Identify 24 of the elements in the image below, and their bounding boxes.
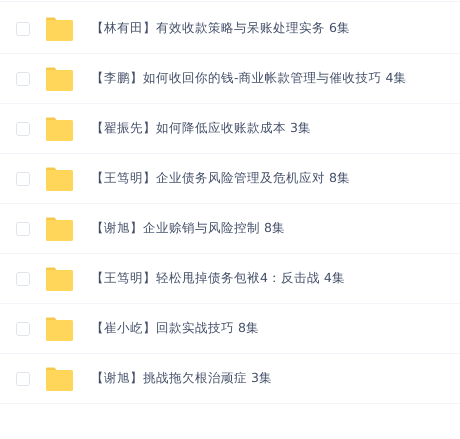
checkbox[interactable] bbox=[16, 122, 30, 136]
folder-icon bbox=[45, 116, 74, 140]
checkbox[interactable] bbox=[16, 72, 30, 86]
folder-icon bbox=[45, 366, 74, 390]
folder-name[interactable]: 【谢旭】挑战拖欠根治顽症 3集 bbox=[91, 370, 272, 387]
checkbox[interactable] bbox=[16, 222, 30, 236]
folder-icon bbox=[45, 266, 74, 290]
checkbox[interactable] bbox=[16, 372, 30, 386]
folder-name[interactable]: 【翟振先】如何降低应收账款成本 3集 bbox=[91, 120, 311, 137]
folder-name[interactable]: 【崔小屹】回款实战技巧 8集 bbox=[91, 320, 259, 337]
folder-icon bbox=[45, 66, 74, 90]
folder-icon bbox=[45, 16, 74, 40]
folder-name[interactable]: 【李鹏】如何收回你的钱-商业帐款管理与催收技巧 4集 bbox=[91, 70, 406, 87]
folder-name[interactable]: 【王笃明】轻松甩掉债务包袱4：反击战 4集 bbox=[91, 270, 345, 287]
folder-name[interactable]: 【谢旭】企业赊销与风险控制 8集 bbox=[91, 220, 285, 237]
folder-name[interactable]: 【王笃明】企业债务风险管理及危机应对 8集 bbox=[91, 170, 350, 187]
checkbox[interactable] bbox=[16, 172, 30, 186]
checkbox[interactable] bbox=[16, 272, 30, 286]
folder-icon bbox=[45, 316, 74, 340]
folder-name[interactable]: 【林有田】有效收款策略与呆账处理实务 6集 bbox=[91, 20, 350, 37]
checkbox[interactable] bbox=[16, 322, 30, 336]
folder-icon bbox=[45, 166, 74, 190]
checkbox[interactable] bbox=[16, 22, 30, 36]
folder-icon bbox=[45, 216, 74, 240]
